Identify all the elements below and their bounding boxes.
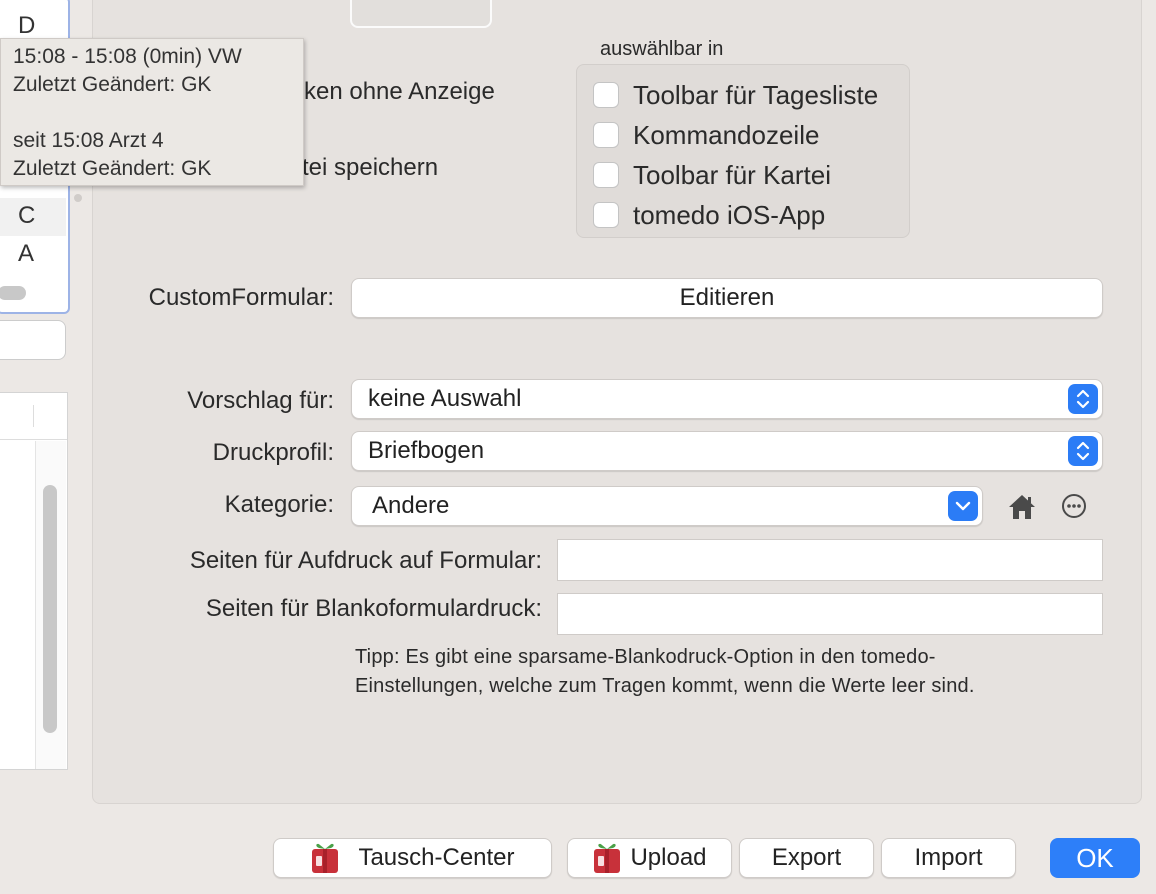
scroll-indicator-dot	[74, 194, 82, 202]
ellipsis-circle-icon[interactable]	[1061, 493, 1087, 519]
checkbox-label: Toolbar für Kartei	[633, 159, 831, 190]
exchange-center-button[interactable]: Tausch-Center	[273, 838, 552, 878]
category-combobox[interactable]: Andere	[351, 486, 983, 526]
tooltip-line: seit 15:08 Arzt 4	[13, 129, 164, 152]
tooltip-line: Zuletzt Geändert: GK	[13, 157, 212, 180]
custom-form-label: CustomFormular:	[148, 284, 334, 311]
suggestion-value: keine Auswahl	[368, 385, 522, 412]
pages-overprint-field[interactable]	[557, 539, 1103, 581]
import-button[interactable]: Import	[881, 838, 1016, 878]
export-button[interactable]: Export	[739, 838, 874, 878]
suggestion-label: Vorschlag für:	[187, 387, 334, 414]
gift-box-icon	[594, 843, 621, 873]
checkbox-label: Kommandozeile	[633, 119, 820, 150]
checkbox[interactable]	[593, 122, 619, 148]
list-item-letter[interactable]: A	[18, 240, 34, 268]
checkbox[interactable]	[593, 82, 619, 108]
home-icon[interactable]	[1007, 492, 1037, 522]
availability-group: Toolbar für Tagesliste Kommandozeile Too…	[576, 64, 910, 238]
suggestion-select[interactable]: keine Auswahl	[351, 379, 1103, 419]
chevron-down-icon[interactable]	[948, 491, 978, 521]
tip-text: Tipp: Es gibt eine sparsame-Blankodruck-…	[355, 643, 975, 701]
left-search-field[interactable]	[0, 320, 66, 360]
appointment-tooltip: 15:08 - 15:08 (0min) VW Zuletzt Geändert…	[0, 38, 304, 186]
print-profile-value: Briefbogen	[368, 437, 485, 464]
availability-item-ios-app[interactable]: tomedo iOS-App	[593, 199, 825, 231]
list-item-letter[interactable]: C	[18, 202, 35, 230]
print-profile-select[interactable]: Briefbogen	[351, 431, 1103, 471]
tooltip-line: Zuletzt Geändert: GK	[13, 73, 212, 96]
column-divider[interactable]	[33, 405, 34, 427]
ok-button[interactable]: OK	[1050, 838, 1140, 878]
availability-item-record-toolbar[interactable]: Toolbar für Kartei	[593, 159, 831, 191]
up-down-chevron-icon	[1068, 436, 1098, 466]
save-in-record-option[interactable]: rtei speichern	[294, 154, 438, 182]
horizontal-scrollbar[interactable]	[0, 286, 26, 300]
category-value: Andere	[372, 492, 450, 519]
category-label: Kategorie:	[224, 491, 334, 518]
upload-label: Upload	[630, 844, 707, 871]
pages-overprint-label: Seiten für Aufdruck auf Formular:	[189, 547, 542, 574]
pages-blank-field[interactable]	[557, 593, 1103, 635]
availability-item-day-list-toolbar[interactable]: Toolbar für Tagesliste	[593, 79, 878, 111]
up-down-chevron-icon	[1068, 384, 1098, 414]
availability-title: auswählbar in	[600, 38, 724, 60]
exchange-center-label: Tausch-Center	[358, 844, 515, 871]
checkbox-label: tomedo iOS-App	[633, 199, 826, 230]
print-profile-label: Druckprofil:	[212, 439, 334, 466]
tooltip-line: 15:08 - 15:08 (0min) VW	[13, 45, 242, 68]
list-item-letter[interactable]: D	[18, 12, 35, 40]
pages-blank-label: Seiten für Blankoformulardruck:	[205, 595, 542, 622]
tip-line: Einstellungen, welche zum Tragen kommt, …	[355, 675, 975, 697]
upload-button[interactable]: Upload	[567, 838, 732, 878]
print-without-display-option[interactable]: cken ohne Anzeige	[292, 78, 495, 106]
tip-line: Tipp: Es gibt eine sparsame-Blankodruck-…	[355, 646, 936, 668]
checkbox[interactable]	[593, 202, 619, 228]
availability-item-command-line[interactable]: Kommandozeile	[593, 119, 819, 151]
edit-custom-form-button[interactable]: Editieren	[351, 278, 1103, 318]
left-table[interactable]	[0, 392, 68, 770]
checkbox[interactable]	[593, 162, 619, 188]
checkbox-label: Toolbar für Tagesliste	[633, 79, 879, 110]
image-well[interactable]	[350, 0, 492, 28]
vertical-scrollbar[interactable]	[43, 485, 57, 733]
gift-box-icon	[312, 843, 339, 873]
